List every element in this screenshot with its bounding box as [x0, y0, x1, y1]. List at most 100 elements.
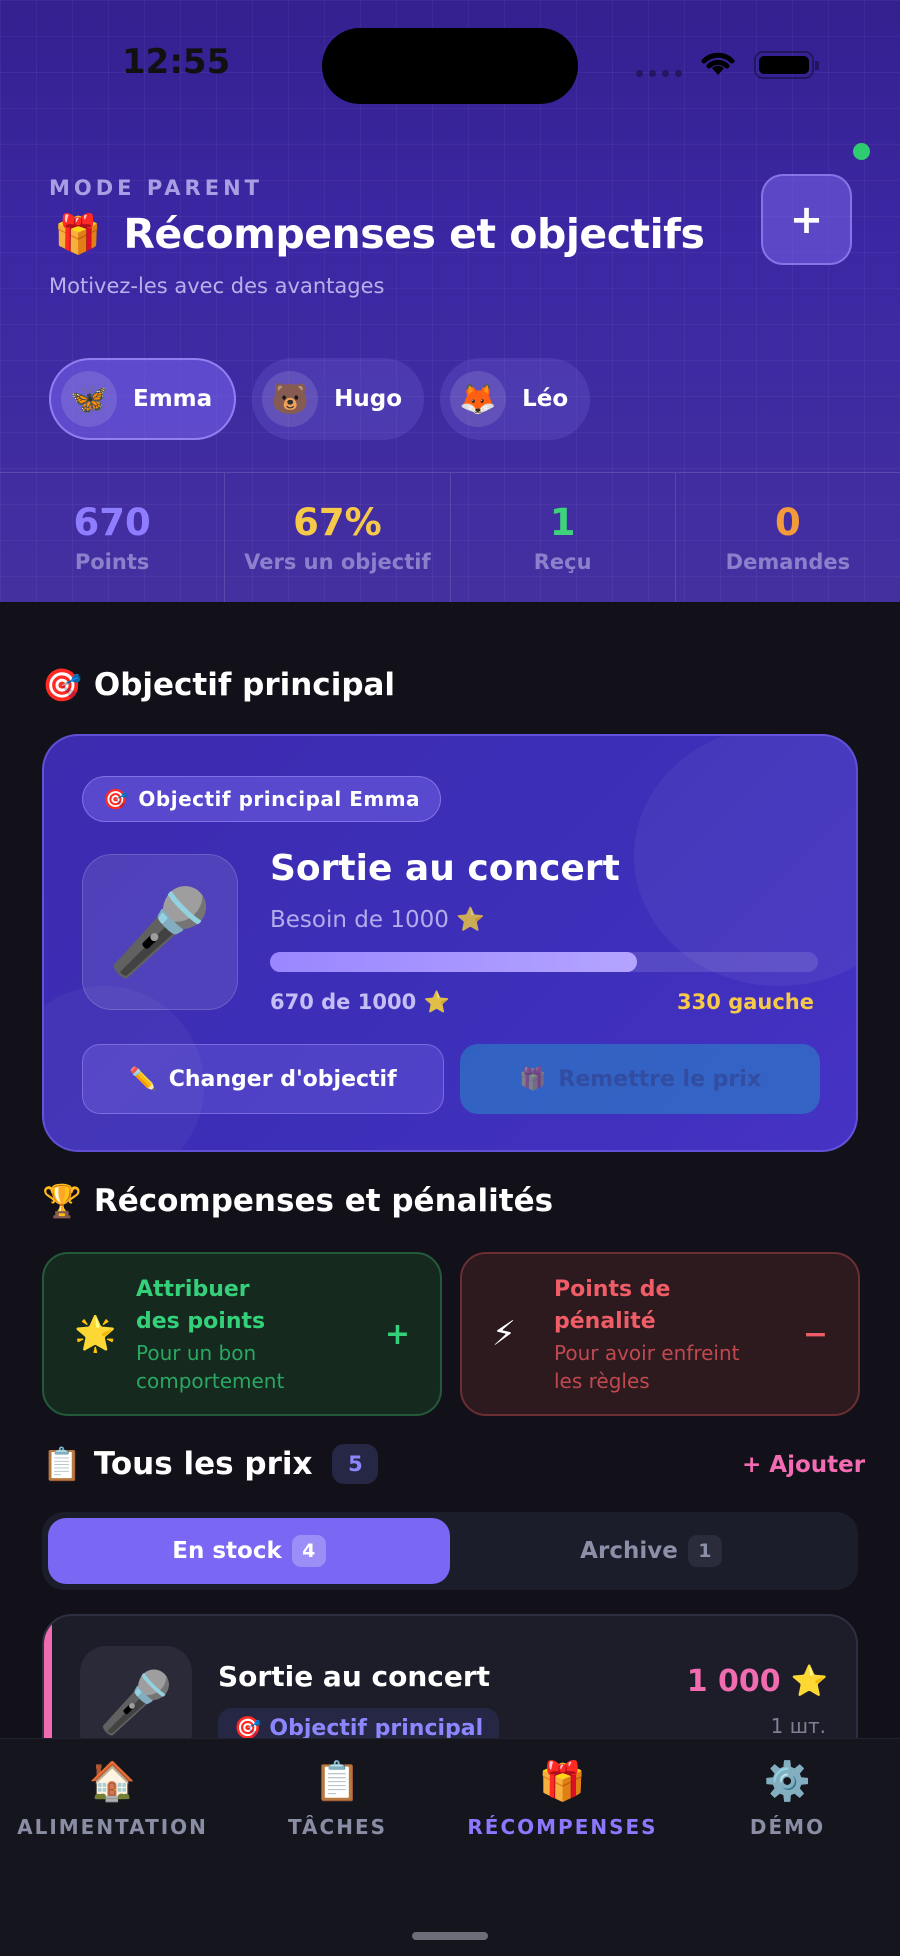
goal-badge: 🎯 Objectif principal Emma: [82, 776, 442, 822]
prize-quantity: 1 шт.: [770, 1714, 826, 1738]
goal-name: Sortie au concert: [270, 848, 620, 889]
child-chip-emma[interactable]: 🦋 Emma: [49, 358, 237, 440]
prize-tabs: En stock 4 Archive 1: [42, 1512, 858, 1590]
main-goal-card: 🎯 Objectif principal Emma 🎤 Sortie au co…: [42, 734, 858, 1152]
star-icon: 🌟: [74, 1314, 117, 1354]
section-title: Récompenses et pénalités: [93, 1183, 554, 1219]
header: 12:55 MODE PARENT 🎁 Récompenses et objec…: [0, 0, 900, 602]
child-name: Emma: [133, 386, 213, 412]
goal-progress-bar: [270, 952, 818, 972]
bear-avatar-icon: 🐻: [262, 371, 319, 427]
card-subtitle-line2: comportement: [136, 1369, 285, 1393]
page-subtitle: Motivez-les avec des avantages: [49, 274, 385, 298]
all-prizes-heading: 📋 Tous les prix 5: [42, 1444, 379, 1484]
star-icon: ⭐: [790, 1664, 828, 1699]
target-icon: 🎯: [42, 666, 82, 704]
prize-name: Sortie au concert: [218, 1660, 491, 1693]
tab-archive[interactable]: Archive 1: [450, 1518, 852, 1584]
main-goal-heading: 🎯 Objectif principal: [42, 666, 395, 704]
home-indicator: [412, 1932, 488, 1940]
nav-label: DÉMO: [749, 1815, 826, 1839]
child-name: Hugo: [334, 386, 403, 412]
target-icon: 🎯: [103, 787, 129, 811]
stat-goal-progress: 67% Vers un objectif: [225, 473, 451, 602]
price-value: 1 000: [686, 1664, 781, 1699]
child-chip-leo[interactable]: 🦊 Léo: [440, 358, 591, 440]
nav-item-tasks[interactable]: 📋 TÂCHES: [225, 1759, 450, 1839]
change-goal-button[interactable]: ✏️ Changer d'objectif: [82, 1044, 444, 1114]
tab-count: 1: [687, 1535, 722, 1567]
butterfly-avatar-icon: 🦋: [61, 371, 117, 427]
add-button[interactable]: +: [761, 174, 852, 265]
stat-value: 0: [775, 501, 801, 544]
clipboard-icon: 📋: [42, 1445, 82, 1483]
clipboard-icon: 📋: [313, 1759, 362, 1803]
child-selector: 🦋 Emma 🐻 Hugo 🦊 Léo: [49, 358, 591, 440]
stat-label: Points: [74, 550, 150, 574]
card-subtitle-line1: Pour avoir enfreint: [554, 1341, 740, 1365]
button-label: Changer d'objectif: [168, 1066, 397, 1092]
section-title: Objectif principal: [93, 667, 396, 703]
stat-requests: 0 Demandes: [676, 473, 900, 602]
tab-label: Archive: [580, 1538, 678, 1564]
tab-count: 4: [291, 1535, 326, 1567]
add-prize-link[interactable]: + Ajouter: [742, 1452, 865, 1478]
card-title-line2: des points: [136, 1309, 266, 1334]
tab-in-stock[interactable]: En stock 4: [48, 1518, 450, 1584]
tab-label: En stock: [172, 1538, 282, 1564]
gear-icon: ⚙️: [763, 1759, 812, 1803]
page-title: Récompenses et objectifs: [123, 210, 705, 258]
goal-progress-fill: [270, 952, 638, 972]
nav-item-demo[interactable]: ⚙️ DÉMO: [675, 1759, 900, 1839]
status-time: 12:55: [122, 42, 231, 82]
goal-requirement: Besoin de 1000 ⭐: [270, 907, 485, 933]
stat-points: 670 Points: [0, 473, 226, 602]
decor-circle: [634, 736, 856, 986]
stat-label: Demandes: [725, 550, 851, 574]
pencil-icon: ✏️: [129, 1066, 157, 1092]
stat-value: 670: [73, 501, 151, 544]
nav-label: ALIMENTATION: [17, 1815, 208, 1839]
stat-value: 67%: [293, 501, 382, 544]
stat-label: Reçu: [533, 550, 592, 574]
gift-icon: 🎁: [54, 212, 102, 256]
trophy-icon: 🏆: [42, 1182, 82, 1220]
plus-icon: +: [384, 1316, 410, 1352]
stats-bar: 670 Points 67% Vers un objectif 1 Reçu 0…: [0, 472, 900, 602]
stat-label: Vers un objectif: [244, 550, 431, 574]
bottom-navigation: 🏠 ALIMENTATION 📋 TÂCHES 🎁 RÉCOMPENSES ⚙️…: [0, 1738, 900, 1956]
card-subtitle-line2: les règles: [554, 1369, 650, 1393]
prize-price: 1 000 ⭐: [687, 1664, 828, 1699]
lightning-icon: ⚡: [492, 1314, 516, 1354]
signal-icon: [636, 70, 686, 78]
page-title-row: 🎁 Récompenses et objectifs: [54, 210, 705, 258]
online-indicator: [853, 143, 870, 160]
nav-item-rewards[interactable]: 🎁 RÉCOMPENSES: [450, 1759, 675, 1839]
award-points-card[interactable]: 🌟 Attribuer des points Pour un bon compo…: [42, 1252, 442, 1416]
nav-item-feed[interactable]: 🏠 ALIMENTATION: [0, 1759, 225, 1839]
dynamic-island: [322, 28, 578, 104]
tag-label: Objectif principal: [269, 1715, 484, 1741]
award-prize-button[interactable]: 🎁 Remettre le prix: [460, 1044, 820, 1114]
gift-icon: 🎁: [518, 1066, 547, 1092]
microphone-icon: 🎤: [82, 854, 238, 1010]
goal-badge-label: Objectif principal Emma: [138, 787, 421, 811]
wifi-icon: [701, 52, 735, 75]
child-chip-hugo[interactable]: 🐻 Hugo: [252, 358, 425, 440]
card-title-line1: Points de: [554, 1277, 671, 1302]
card-title-line2: pénalité: [554, 1309, 656, 1334]
stat-received: 1 Reçu: [451, 473, 676, 602]
mode-label: MODE PARENT: [49, 176, 263, 200]
goal-progress-text: 670 de 1000 ⭐: [270, 990, 450, 1014]
card-subtitle-line1: Pour un bon: [136, 1341, 257, 1365]
house-icon: 🏠: [88, 1759, 137, 1803]
fox-avatar-icon: 🦊: [450, 371, 507, 427]
nav-label: TÂCHES: [287, 1815, 388, 1839]
section-title: Tous les prix: [93, 1446, 313, 1482]
gift-icon: 🎁: [538, 1759, 587, 1803]
stat-value: 1: [549, 501, 576, 544]
battery-icon: [754, 51, 819, 79]
penalty-points-card[interactable]: ⚡ Points de pénalité Pour avoir enfreint…: [460, 1252, 860, 1416]
child-name: Léo: [522, 386, 569, 412]
button-label: Remettre le prix: [558, 1066, 762, 1092]
